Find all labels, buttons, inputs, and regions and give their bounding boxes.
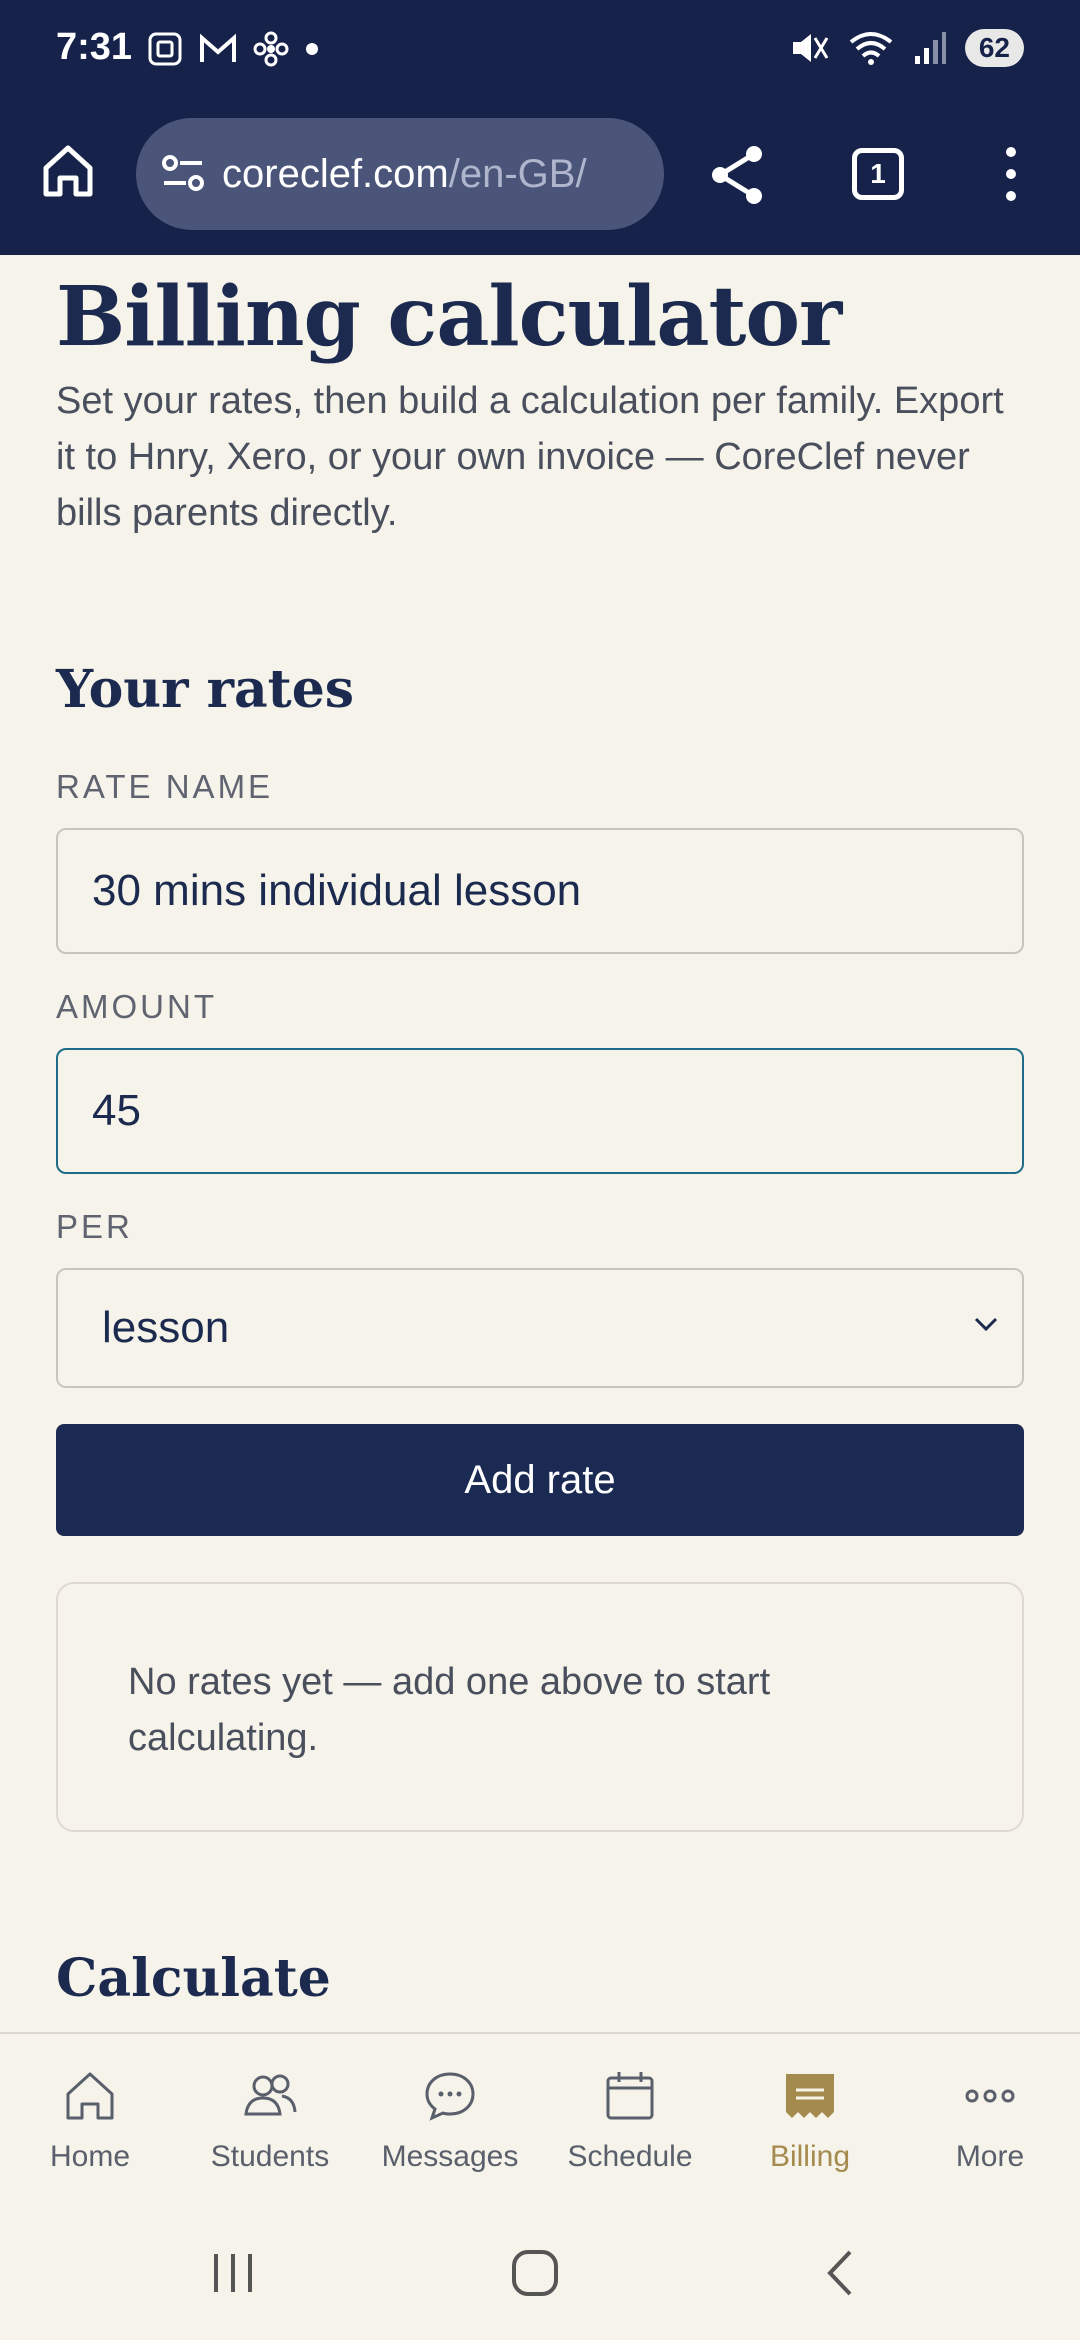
screenshot-icon (148, 32, 182, 66)
chevron-down-icon (974, 1317, 998, 1332)
page-intro: Set your rates, then build a calculation… (56, 380, 1004, 534)
amount-value: 45 (92, 1086, 141, 1135)
amount-input[interactable]: 45 (56, 1048, 1024, 1174)
status-notification-icons (146, 30, 320, 68)
nav-label: More (955, 2140, 1025, 2173)
rates-empty-state: No rates yet — add one above to start ca… (56, 1582, 1024, 1832)
recent-apps-icon[interactable] (208, 2248, 258, 2298)
more-dots-icon (965, 2089, 1015, 2103)
rates-heading: Your rates (56, 659, 355, 720)
students-icon (244, 2074, 297, 2116)
signal-icon (914, 32, 946, 64)
add-rate-button[interactable]: Add rate (56, 1424, 1024, 1536)
calendar-icon (606, 2072, 654, 2120)
page-content: Billing calculator Set your rates, then … (56, 255, 1024, 2009)
system-navigation-bar (0, 2202, 1080, 2340)
nav-label: Schedule (567, 2140, 693, 2173)
share-icon[interactable] (706, 144, 768, 206)
nav-item-billing[interactable]: Billing (720, 2034, 900, 2202)
status-bar: 7:31 62 (0, 0, 1080, 100)
nav-label: Messages (381, 2140, 519, 2173)
status-time: 7:31 (56, 26, 133, 68)
tab-switcher-button[interactable]: 1 (852, 148, 904, 200)
nav-label: Home (49, 2140, 131, 2173)
url-host: coreclef.com (222, 151, 449, 196)
browser-home-icon[interactable] (38, 140, 98, 200)
rate-name-label: RATE NAME (56, 768, 274, 805)
nav-label: Billing (769, 2140, 851, 2173)
per-label: PER (56, 1208, 133, 1245)
url-text: coreclef.com/en-GB/ (222, 152, 587, 197)
gmail-icon (200, 33, 236, 62)
per-select[interactable]: lesson (56, 1268, 1024, 1388)
fan-icon (253, 31, 289, 67)
calculate-heading: Calculate (56, 1948, 331, 2009)
nav-item-more[interactable]: More (900, 2034, 1080, 2202)
nav-item-messages[interactable]: Messages (360, 2034, 540, 2202)
address-bar[interactable]: coreclef.com/en-GB/ (136, 118, 664, 230)
receipt-icon (786, 2074, 834, 2118)
status-system-icons: 62 (789, 28, 1024, 68)
back-icon[interactable] (816, 2248, 866, 2298)
amount-label: AMOUNT (56, 988, 217, 1025)
browser-toolbar: coreclef.com/en-GB/ 1 (0, 100, 1080, 255)
page-title: Billing calculator (56, 269, 842, 365)
browser-menu-icon[interactable] (996, 144, 1026, 204)
url-path: /en-GB/ (448, 151, 587, 196)
nav-item-students[interactable]: Students (180, 2034, 360, 2202)
home-circle-icon[interactable] (510, 2248, 560, 2298)
battery-indicator: 62 (964, 29, 1024, 67)
nav-item-schedule[interactable]: Schedule (540, 2034, 720, 2202)
rate-name-value: 30 mins individual lesson (92, 866, 582, 915)
nav-item-home[interactable]: Home (0, 2034, 180, 2202)
bottom-navigation: Home Students Messages Schedule Billing … (0, 2032, 1080, 2202)
home-icon (66, 2072, 114, 2120)
chat-bubble-icon (425, 2072, 475, 2121)
site-settings-icon[interactable] (158, 149, 208, 199)
rate-name-input[interactable]: 30 mins individual lesson (56, 828, 1024, 954)
nav-label: Students (210, 2140, 330, 2173)
empty-state-message: No rates yet — add one above to start ca… (128, 1661, 771, 1759)
mute-icon (792, 34, 829, 62)
dot-icon (306, 43, 318, 55)
per-selected-value: lesson (102, 1303, 230, 1352)
wifi-icon (849, 32, 893, 65)
